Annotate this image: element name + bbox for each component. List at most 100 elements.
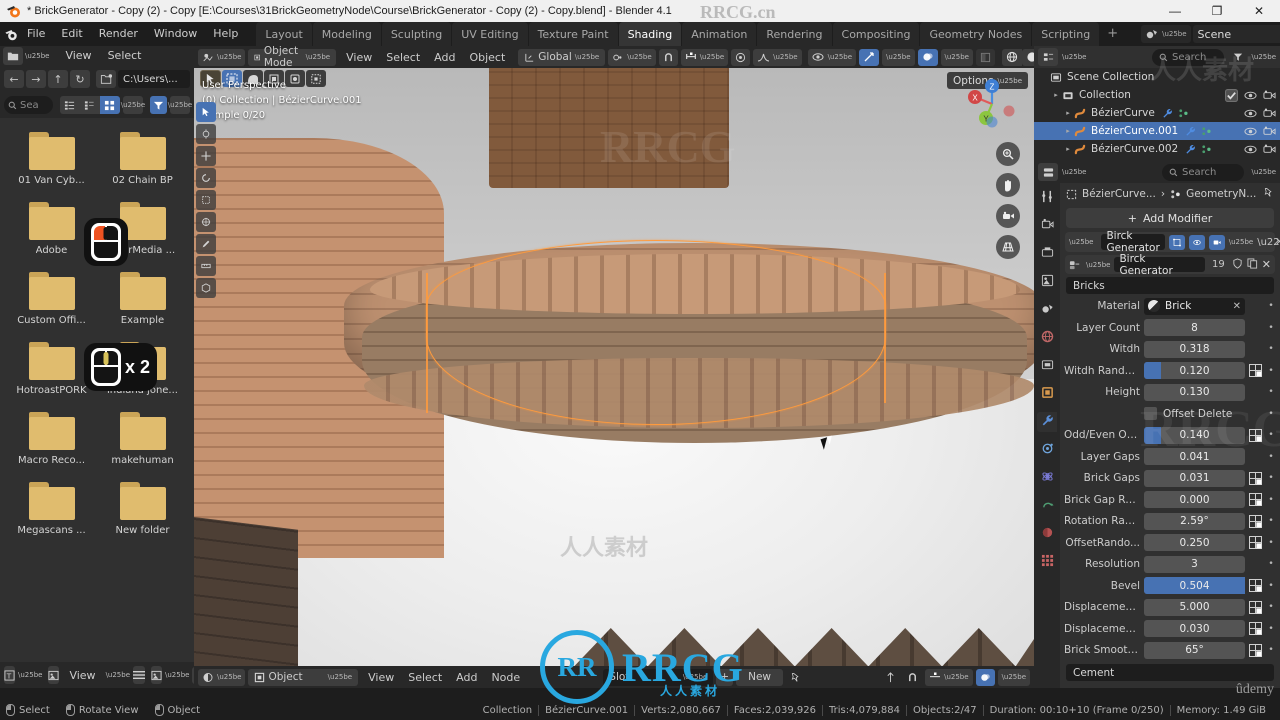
- transform-orientation-dropdown[interactable]: Global \u25be: [518, 48, 606, 66]
- camera-icon[interactable]: [1263, 125, 1276, 138]
- workspace-tab-sculpting[interactable]: Sculpting: [381, 22, 452, 46]
- snap-toggle-button[interactable]: [658, 48, 678, 66]
- modifier-extras-icon[interactable]: \u22ee\u22ee: [1257, 237, 1280, 248]
- add-workspace-button[interactable]: +: [1100, 22, 1125, 46]
- eye-icon[interactable]: [1244, 143, 1257, 156]
- property-row[interactable]: Offset Delete •: [1064, 404, 1276, 424]
- add-modifier-button[interactable]: + Add Modifier: [1066, 208, 1274, 228]
- nav-forward-button[interactable]: →: [26, 70, 46, 88]
- toolbar-select-tool[interactable]: [196, 102, 216, 122]
- chevron-right-icon[interactable]: ▸: [1062, 109, 1074, 117]
- outliner-search-input[interactable]: Search: [1152, 48, 1224, 66]
- property-row[interactable]: Resolution 3 •: [1064, 554, 1276, 574]
- breadcrumb-modifier[interactable]: GeometryN...: [1186, 188, 1256, 200]
- property-value-field[interactable]: 0.041: [1144, 448, 1245, 465]
- property-dot-icon[interactable]: •: [1266, 452, 1276, 462]
- outliner-row[interactable]: ▸ BézierCurve.002: [1034, 140, 1280, 158]
- property-row[interactable]: Displacement... 0.030 •: [1064, 619, 1276, 639]
- property-value-field[interactable]: 0.504: [1144, 577, 1245, 594]
- properties-tab-output[interactable]: [1037, 244, 1057, 264]
- editor-type-button[interactable]: [3, 47, 23, 65]
- toolbar-rotate-tool[interactable]: [196, 168, 216, 188]
- editor-type-button-footer[interactable]: T: [4, 666, 15, 684]
- file-item[interactable]: 01 Van Cyb...: [6, 132, 97, 186]
- modifier-header[interactable]: \u25be Birck Generator \u25be \u22ee\u22…: [1065, 230, 1280, 254]
- property-value-field[interactable]: 0.140: [1144, 426, 1245, 444]
- property-value-field[interactable]: 5.000: [1144, 598, 1245, 616]
- toolbar-move-tool[interactable]: [196, 146, 216, 166]
- wrench-icon[interactable]: [1185, 144, 1196, 155]
- eye-icon[interactable]: [1244, 107, 1257, 120]
- chevron-right-icon[interactable]: ▸: [1050, 91, 1062, 99]
- outliner-filter-button[interactable]: [1228, 48, 1248, 66]
- proportional-edit-toggle[interactable]: [731, 48, 751, 66]
- property-row[interactable]: Bevel 0.504 •: [1064, 576, 1276, 596]
- properties-editor[interactable]: \u25be Search \u25be BézierCurve... › Ge…: [1034, 161, 1280, 688]
- properties-tab-world[interactable]: [1037, 328, 1057, 348]
- viewport-menu-add[interactable]: Add: [427, 49, 462, 66]
- snap-options-dropdown[interactable]: \u25be: [680, 48, 729, 66]
- menu-render[interactable]: Render: [91, 24, 146, 44]
- properties-tab-tool[interactable]: [1037, 188, 1057, 208]
- property-row[interactable]: Brick Gap Ra... 0.000 •: [1064, 490, 1276, 510]
- menu-window[interactable]: Window: [146, 24, 205, 44]
- properties-tab-particles[interactable]: [1037, 440, 1057, 460]
- property-field-list[interactable]: Material Brick ✕ • Layer Count 8 • Witdh 0.318 • W…: [1060, 296, 1280, 660]
- toolbar-cursor-tool[interactable]: [196, 124, 216, 144]
- zoom-view-button[interactable]: [996, 142, 1020, 166]
- eye-icon[interactable]: [1244, 125, 1257, 138]
- property-value-field[interactable]: 0.030: [1144, 620, 1245, 637]
- file-item[interactable]: New folder: [97, 482, 188, 536]
- file-browser-menu-select[interactable]: Select: [100, 46, 150, 66]
- node-group-unlink-button[interactable]: ✕: [1262, 258, 1271, 271]
- chevron-right-icon[interactable]: ▸: [1062, 127, 1074, 135]
- slot-dropdown[interactable]: Slot \u25be: [603, 668, 714, 686]
- properties-tab-scene[interactable]: [1037, 300, 1057, 320]
- image-menu-icon[interactable]: [48, 666, 60, 684]
- minimize-button[interactable]: —: [1154, 0, 1196, 22]
- browse-image-button[interactable]: [151, 666, 163, 684]
- browse-scene-button[interactable]: \u25be: [1141, 25, 1191, 43]
- camera-view-button[interactable]: [996, 204, 1020, 228]
- property-dot-icon[interactable]: •: [1266, 473, 1276, 483]
- property-row[interactable]: Witdh 0.318 •: [1064, 339, 1276, 359]
- property-row[interactable]: Brick Smooth... 65° •: [1064, 640, 1276, 660]
- chevron-down-icon[interactable]: \u25be: [1069, 238, 1093, 246]
- property-dot-icon[interactable]: •: [1266, 301, 1276, 311]
- editor-type-button-properties[interactable]: [1038, 163, 1058, 181]
- viewport-canvas[interactable]: [194, 68, 1034, 666]
- animate-property-icon[interactable]: [1249, 579, 1262, 592]
- geometry-nodes-icon[interactable]: [1201, 126, 1212, 137]
- property-value-field[interactable]: 0.250: [1144, 534, 1245, 551]
- workspace-tab-compositing[interactable]: Compositing: [832, 22, 920, 46]
- property-dot-icon[interactable]: •: [1266, 516, 1276, 526]
- outliner-row[interactable]: ▸ BézierCurve: [1034, 104, 1280, 122]
- toggle-perspective-button[interactable]: [996, 235, 1020, 259]
- property-dot-icon[interactable]: •: [1266, 387, 1276, 397]
- outliner-row[interactable]: Scene Collection: [1034, 68, 1280, 86]
- add-material-slot-button[interactable]: +: [716, 668, 734, 686]
- node-overlay-toggle[interactable]: [975, 668, 995, 686]
- pan-view-button[interactable]: [996, 173, 1020, 197]
- file-search-input[interactable]: Sea: [4, 96, 53, 114]
- editor-type-button-outliner[interactable]: [1038, 48, 1058, 66]
- pivot-point-dropdown[interactable]: \u25be: [608, 48, 656, 66]
- file-item[interactable]: Custom Offi...: [6, 272, 97, 326]
- property-value-field[interactable]: 0.000: [1144, 491, 1245, 508]
- outliner-row[interactable]: ▸ BézierCurve.001: [1034, 122, 1280, 140]
- property-value-field[interactable]: 65°: [1144, 641, 1245, 659]
- pin-properties-button[interactable]: [1263, 187, 1274, 201]
- property-dot-icon[interactable]: •: [1266, 538, 1276, 548]
- animate-property-icon[interactable]: [1249, 428, 1262, 442]
- viewport-menu-view[interactable]: View: [339, 49, 379, 66]
- modifier-realtime-toggle[interactable]: [1188, 234, 1205, 250]
- snap-shader-button[interactable]: [881, 669, 900, 686]
- toolbar-annotate-tool[interactable]: [196, 234, 216, 254]
- editor-type-button-viewport[interactable]: \u25be: [198, 48, 246, 66]
- workspace-tab-rendering[interactable]: Rendering: [757, 22, 832, 46]
- property-dot-icon[interactable]: •: [1266, 559, 1276, 569]
- animate-property-icon[interactable]: [1249, 536, 1262, 549]
- material-field[interactable]: Brick ✕: [1144, 297, 1245, 315]
- properties-tab-modifier-wrench[interactable]: [1037, 412, 1057, 432]
- animate-property-icon[interactable]: [1249, 471, 1262, 485]
